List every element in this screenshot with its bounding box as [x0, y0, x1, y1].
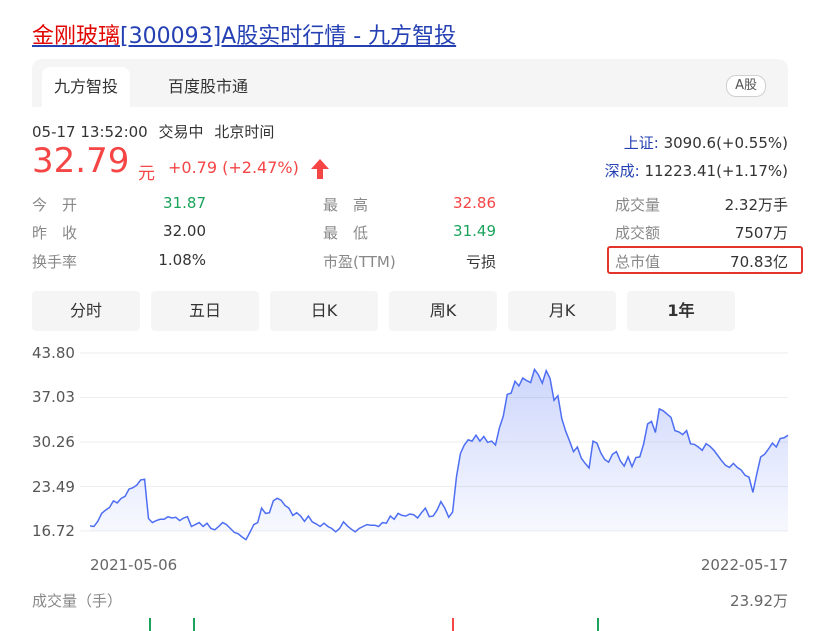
- price-chart[interactable]: [0, 0, 819, 631]
- volume-bar: [452, 618, 454, 631]
- x-start-label: 2021-05-06: [90, 556, 178, 574]
- volume-bar: [149, 618, 151, 631]
- x-end-label: 2022-05-17: [700, 556, 788, 574]
- price-area: [90, 369, 788, 540]
- volume-bar: [193, 618, 195, 631]
- volume-label: 成交量（手）: [32, 592, 123, 610]
- volume-bar: [597, 618, 599, 631]
- volume-max: 23.92万: [730, 592, 788, 610]
